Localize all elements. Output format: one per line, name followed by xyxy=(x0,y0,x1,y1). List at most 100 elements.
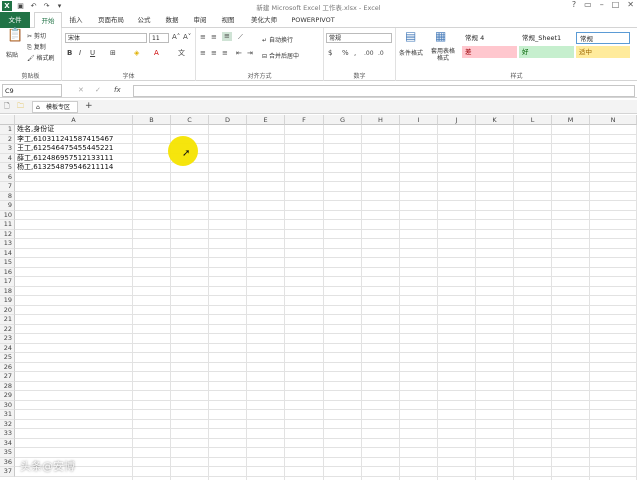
cell-a3[interactable]: 王工,612546475455445221 xyxy=(17,144,113,154)
column-header-n[interactable]: N xyxy=(590,115,637,125)
bold-button[interactable]: B xyxy=(67,49,72,58)
cell-a1[interactable]: 姓名,身份证 xyxy=(17,125,54,135)
select-all-corner[interactable] xyxy=(0,115,15,125)
table-format-icon[interactable]: ▦ xyxy=(435,30,446,42)
row-header[interactable]: 37 xyxy=(0,467,15,477)
conditional-format-button[interactable]: 条件格式 xyxy=(399,48,423,57)
spreadsheet-grid[interactable]: ABCDEFGHIJKLMN 1 2 3 4 5 6 7 8 9 10 11 12 13 14 15 16 17… xyxy=(0,115,637,480)
cut-button[interactable]: ✂ 剪切 xyxy=(27,31,46,40)
row-header[interactable]: 36 xyxy=(0,457,15,467)
underline-button[interactable]: U xyxy=(90,49,95,58)
row-header[interactable]: 25 xyxy=(0,353,15,363)
fill-color-icon[interactable]: ◈ xyxy=(134,49,139,58)
paste-icon[interactable]: 📋 xyxy=(7,29,23,42)
new-file-icon[interactable]: 🗋 xyxy=(4,102,10,111)
row-header[interactable]: 18 xyxy=(0,286,15,296)
cancel-icon[interactable]: ✕ xyxy=(78,86,84,95)
cell-a5[interactable]: 杨工,613254879546211114 xyxy=(17,163,113,173)
column-header-c[interactable]: C xyxy=(171,115,209,125)
row-header[interactable]: 2 xyxy=(0,134,15,144)
column-header-e[interactable]: E xyxy=(247,115,285,125)
row-header[interactable]: 12 xyxy=(0,229,15,239)
style-bad[interactable]: 差 xyxy=(462,46,517,58)
row-header[interactable]: 15 xyxy=(0,258,15,268)
style-normal-4[interactable]: 常规 4 xyxy=(462,32,517,44)
decrease-font-icon[interactable]: A˅ xyxy=(183,33,191,42)
style-normal-sheet1[interactable]: 常规_Sheet1 xyxy=(519,32,574,44)
copy-button[interactable]: ⎘ 复制 xyxy=(27,42,46,52)
column-header-b[interactable]: B xyxy=(133,115,171,125)
column-header-l[interactable]: L xyxy=(514,115,552,125)
italic-button[interactable]: I xyxy=(79,49,81,58)
row-header[interactable]: 9 xyxy=(0,201,15,211)
row-header[interactable]: 31 xyxy=(0,410,15,420)
row-header[interactable]: 29 xyxy=(0,391,15,401)
row-header[interactable]: 30 xyxy=(0,400,15,410)
cell-a2[interactable]: 李工,610311241587415467 xyxy=(17,135,113,145)
table-format-button[interactable]: 套用表格格式 xyxy=(430,48,456,62)
row-header[interactable]: 8 xyxy=(0,191,15,201)
font-size-select[interactable]: 11 xyxy=(149,33,169,43)
ribbon-display-icon[interactable]: ▭ xyxy=(584,0,592,9)
cell-a4[interactable]: 薛工,612486957512133111 xyxy=(17,154,113,164)
tab-data[interactable]: 数据 xyxy=(160,12,184,28)
increase-decimal-icon[interactable]: .00 xyxy=(364,49,374,58)
row-header[interactable]: 17 xyxy=(0,277,15,287)
row-header[interactable]: 23 xyxy=(0,334,15,344)
column-header-f[interactable]: F xyxy=(285,115,324,125)
tab-page-layout[interactable]: 页面布局 xyxy=(92,12,130,28)
row-header[interactable]: 19 xyxy=(0,296,15,306)
row-header[interactable]: 28 xyxy=(0,381,15,391)
tab-insert[interactable]: 插入 xyxy=(64,12,88,28)
column-header-m[interactable]: M xyxy=(552,115,590,125)
increase-font-icon[interactable]: A˄ xyxy=(172,33,180,42)
row-header[interactable]: 4 xyxy=(0,153,15,163)
align-center-icon[interactable]: ≡ xyxy=(211,49,217,58)
row-header[interactable]: 33 xyxy=(0,429,15,439)
row-header[interactable]: 13 xyxy=(0,239,15,249)
wrap-text-button[interactable]: ↵ 自动换行 xyxy=(262,35,293,44)
format-painter-button[interactable]: 🖌 格式刷 xyxy=(27,53,55,62)
align-left-icon[interactable]: ≡ xyxy=(200,49,206,58)
phonetic-icon[interactable]: 文 xyxy=(178,49,185,58)
column-header-a[interactable]: A xyxy=(15,115,133,125)
align-right-icon[interactable]: ≡ xyxy=(222,49,228,58)
row-header[interactable]: 34 xyxy=(0,438,15,448)
tab-beautify[interactable]: 美化大师 xyxy=(245,12,283,28)
align-bottom-icon[interactable]: ≡ xyxy=(222,32,232,41)
row-header[interactable]: 14 xyxy=(0,248,15,258)
tab-formulas[interactable]: 公式 xyxy=(132,12,156,28)
align-top-icon[interactable]: ≡ xyxy=(200,33,206,42)
tab-home[interactable]: 开始 xyxy=(34,12,62,29)
font-color-icon[interactable]: A xyxy=(154,49,159,58)
column-header-g[interactable]: G xyxy=(324,115,362,125)
enter-icon[interactable]: ✓ xyxy=(95,86,101,95)
add-tab-button[interactable]: + xyxy=(85,102,93,111)
tab-review[interactable]: 审阅 xyxy=(188,12,212,28)
increase-indent-icon[interactable]: ⇥ xyxy=(247,49,253,58)
style-neutral[interactable]: 适中 xyxy=(576,46,630,58)
row-header[interactable]: 3 xyxy=(0,144,15,154)
row-header[interactable]: 7 xyxy=(0,182,15,192)
row-header[interactable]: 1 xyxy=(0,125,15,135)
column-header-d[interactable]: D xyxy=(209,115,247,125)
row-header[interactable]: 5 xyxy=(0,163,15,173)
row-header[interactable]: 32 xyxy=(0,419,15,429)
percent-icon[interactable]: % xyxy=(342,49,349,58)
number-format-select[interactable]: 常规 xyxy=(326,33,392,43)
tab-file[interactable]: 文件 xyxy=(0,12,30,28)
border-icon[interactable]: ⊞ xyxy=(110,49,116,58)
column-header-j[interactable]: J xyxy=(438,115,476,125)
paste-button[interactable]: 粘贴 xyxy=(6,50,18,59)
minimize-icon[interactable]: – xyxy=(600,0,604,9)
row-header[interactable]: 16 xyxy=(0,267,15,277)
help-icon[interactable]: ? xyxy=(572,0,576,9)
align-middle-icon[interactable]: ≡ xyxy=(211,33,217,42)
row-header[interactable]: 21 xyxy=(0,315,15,325)
row-header[interactable]: 11 xyxy=(0,220,15,230)
orientation-icon[interactable]: ⟋ xyxy=(238,33,243,42)
template-zone-tab[interactable]: ⌂ 模板专区 xyxy=(32,101,78,113)
style-good[interactable]: 好 xyxy=(519,46,574,58)
decrease-indent-icon[interactable]: ⇤ xyxy=(236,49,242,58)
comma-icon[interactable]: , xyxy=(354,49,356,58)
